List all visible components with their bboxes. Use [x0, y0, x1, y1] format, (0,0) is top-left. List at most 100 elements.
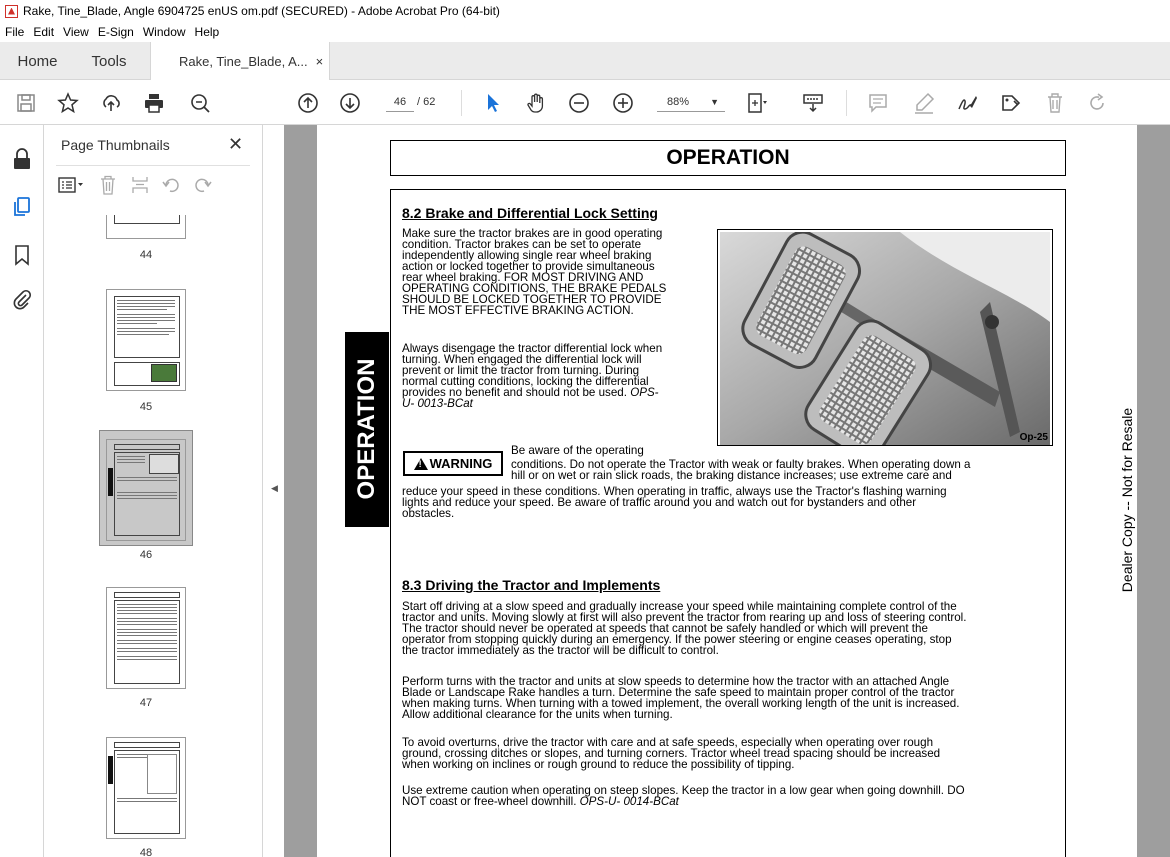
menu-bar: File Edit View E-Sign Window Help [0, 22, 1170, 42]
next-page-icon[interactable] [338, 91, 362, 115]
delete-icon[interactable] [1043, 91, 1067, 115]
zoom-in-icon[interactable] [611, 91, 635, 115]
ops-code: OPS-U- 0014-BCat [579, 795, 679, 808]
thumbnail-text [117, 635, 177, 636]
insert-page-icon[interactable] [130, 175, 150, 195]
paragraph: Perform turns with the tractor and units… [402, 676, 1053, 721]
text-line: lights and reduce your speed. Be aware o… [402, 496, 917, 509]
zoom-out-icon[interactable] [567, 91, 591, 115]
thumbnail-page[interactable] [106, 215, 186, 239]
collapse-arrow-icon: ◀ [271, 483, 278, 493]
thumbnail-text [117, 632, 177, 633]
menu-file[interactable]: File [5, 25, 24, 39]
comment-icon[interactable] [866, 91, 890, 115]
menu-view[interactable]: View [63, 25, 89, 39]
zoom-select[interactable]: 88% ▼ [657, 92, 725, 112]
zoom-search-icon[interactable] [188, 91, 212, 115]
thumbnail-text [117, 498, 177, 499]
thumbnail-header [114, 444, 180, 450]
thumbnail-side-tab [108, 756, 113, 784]
thumbnail-text [117, 306, 175, 307]
thumbnail-label: 45 [139, 401, 153, 413]
tab-home[interactable]: Home [0, 42, 75, 80]
warning-text: conditions. Do not operate the Tractor w… [511, 459, 1053, 482]
rotate-right-icon[interactable] [192, 175, 212, 195]
menu-help[interactable]: Help [195, 25, 220, 39]
photo-image [720, 232, 1050, 445]
thumbnail-header [114, 742, 180, 748]
thumbnail-page[interactable] [106, 289, 186, 391]
thumbnail-text [117, 801, 177, 802]
bookmark-star-icon[interactable] [56, 91, 80, 115]
select-cursor-icon[interactable] [481, 91, 505, 115]
panel-divider [56, 165, 250, 166]
left-rail [0, 125, 44, 857]
thumbnail-tools [58, 175, 212, 195]
stamp-tag-icon[interactable] [999, 91, 1023, 115]
lock-icon[interactable] [10, 147, 34, 171]
thumbnail-text [117, 610, 177, 611]
panel-close-icon[interactable]: ✕ [228, 134, 243, 155]
thumbnail-header [114, 592, 180, 598]
tab-close-icon[interactable]: × [316, 54, 324, 69]
thumbnail-text [117, 309, 167, 310]
thumbnail-text [117, 462, 145, 463]
brake-pedals-photo: Op-25 [717, 229, 1053, 446]
thumbnail-page[interactable] [106, 587, 186, 689]
thumbnail-text [117, 456, 145, 457]
page-fit-icon[interactable] [745, 91, 769, 115]
options-menu-icon[interactable] [58, 176, 84, 194]
thumbnail-page-current[interactable] [106, 439, 186, 541]
thumbnail-text [117, 459, 145, 460]
highlight-pen-icon[interactable] [912, 91, 936, 115]
thumbnail-text [117, 607, 177, 608]
menu-esign[interactable]: E-Sign [98, 25, 134, 39]
paragraph: To avoid overturns, drive the tractor wi… [402, 737, 1053, 771]
panel-collapse-handle[interactable]: ◀ [262, 125, 284, 857]
acrobat-icon [5, 4, 18, 18]
pages-icon[interactable] [10, 195, 34, 219]
thumbnail-side-tab [108, 468, 113, 496]
sign-icon[interactable] [955, 91, 979, 115]
thumbnail-text [117, 643, 177, 644]
thumbnail-text [117, 624, 177, 625]
thumbnail-text [117, 757, 147, 758]
attachment-icon[interactable] [10, 287, 34, 311]
thumbnail-text [117, 495, 177, 496]
hand-tool-icon[interactable] [524, 91, 548, 115]
tab-tools[interactable]: Tools [75, 42, 143, 80]
thumbnail-page[interactable] [106, 737, 186, 839]
thumbnail-text [117, 629, 177, 630]
thumbnail-label: 48 [139, 847, 153, 857]
save-icon[interactable] [14, 91, 38, 115]
text-line: hill or on wet or rain slick roads, the … [511, 469, 952, 482]
rotate-left-icon[interactable] [162, 175, 182, 195]
zoom-value: 88% [667, 96, 690, 108]
thumbnail-text [117, 613, 177, 614]
thumbnail-text [117, 659, 177, 660]
prev-page-icon[interactable] [296, 91, 320, 115]
thumbnail-text [117, 331, 175, 332]
tab-document[interactable]: Rake, Tine_Blade, A... × [150, 42, 330, 80]
thumbnail-text [117, 323, 157, 324]
thumbnail-text [117, 648, 177, 649]
print-icon[interactable] [142, 91, 166, 115]
menu-edit[interactable]: Edit [33, 25, 54, 39]
thumbnail-text [117, 334, 169, 335]
document-viewport[interactable]: OPERATION OPERATION 8.2 Brake and Differ… [284, 125, 1170, 857]
thumbnail-text [117, 320, 175, 321]
rotate-icon[interactable] [1085, 91, 1109, 115]
menu-window[interactable]: Window [143, 25, 186, 39]
thumbnail-photo [151, 364, 177, 382]
thumbnail-text [117, 492, 177, 493]
read-mode-icon[interactable] [801, 91, 825, 115]
share-upload-icon[interactable] [99, 91, 123, 115]
section-title: 8.3 Driving the Tractor and Implements [402, 577, 661, 593]
section-side-tab: OPERATION [345, 332, 389, 527]
thumbnail-text [117, 328, 175, 329]
thumbnail-text [117, 798, 177, 799]
bookmark-icon[interactable] [10, 243, 34, 267]
delete-page-icon[interactable] [98, 175, 118, 195]
section-title: 8.2 Brake and Differential Lock Setting [402, 205, 658, 221]
page-number-input[interactable]: 46 [386, 92, 414, 112]
